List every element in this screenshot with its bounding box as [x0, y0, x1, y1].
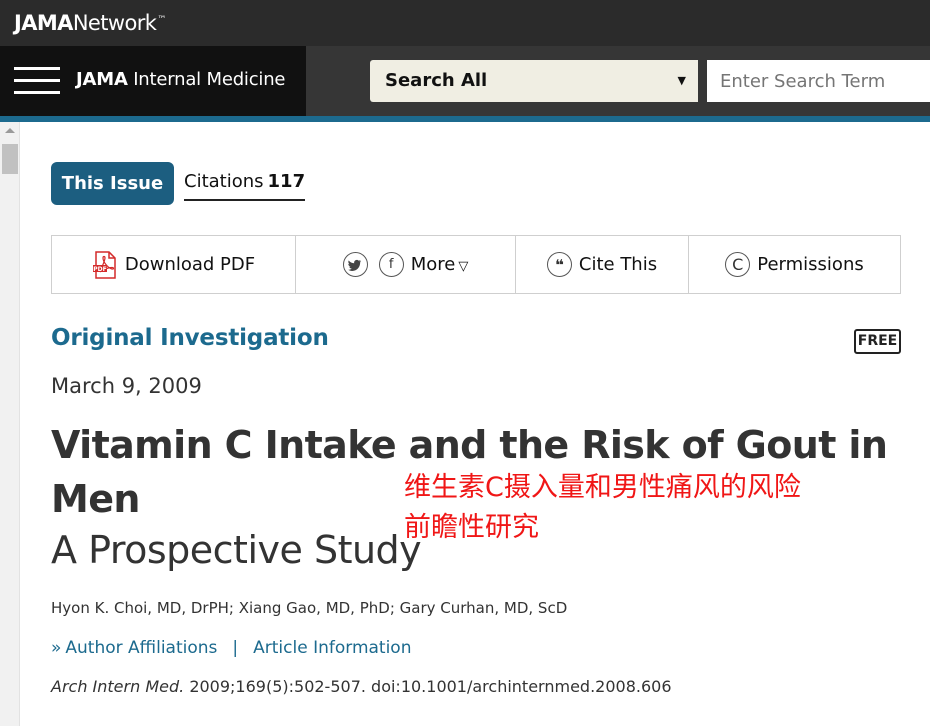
tab-citations[interactable]: Citations 117	[184, 171, 306, 201]
more-label: More	[410, 254, 456, 275]
double-chevron-right-icon: »	[51, 638, 62, 658]
link-separator: |	[232, 638, 239, 658]
journal-header: JAMA Internal Medicine Search All ▼	[0, 46, 930, 116]
copyright-icon: C	[725, 252, 751, 277]
free-badge: FREE	[854, 329, 901, 354]
journal-name-light: Internal Medicine	[133, 69, 286, 90]
download-pdf-button[interactable]: PDF Download PDF	[52, 236, 296, 293]
network-bar: JAMANetwork™	[0, 0, 930, 46]
triangle-down-icon: ▽	[458, 259, 469, 274]
article-subtitle: A Prospective Study	[51, 528, 422, 572]
twitter-icon[interactable]	[342, 252, 368, 277]
article-type[interactable]: Original Investigation	[51, 325, 329, 351]
search-scope-select[interactable]: Search All ▼	[370, 60, 698, 102]
journal-name-bold: JAMA	[76, 69, 128, 90]
network-logo-light: Network	[72, 11, 157, 35]
annotation-line-1: 维生素C摄入量和男性痛风的风险	[404, 472, 801, 503]
facebook-icon[interactable]: f	[378, 252, 404, 277]
quote-icon: ❝	[546, 252, 572, 277]
author-list: Hyon K. Choi, MD, DrPH; Xiang Gao, MD, P…	[51, 599, 568, 617]
annotation-line-2: 前瞻性研究	[404, 512, 539, 543]
article-toolbar: PDF Download PDF f More ▽ ❝ Cite This C P…	[51, 235, 901, 294]
jama-network-logo[interactable]: JAMANetwork™	[14, 11, 166, 35]
article-links-row: » Author Affiliations | Article Informat…	[51, 638, 412, 658]
journal-brand: JAMA Internal Medicine	[0, 46, 306, 116]
search-input[interactable]	[707, 60, 930, 102]
hamburger-menu-icon[interactable]	[14, 67, 60, 95]
citation-details: 2009;169(5):502-507. doi:10.1001/archint…	[189, 677, 672, 696]
pdf-file-icon: PDF	[92, 250, 116, 279]
dropdown-caret-icon: ▼	[677, 74, 686, 87]
citations-label: Citations	[184, 171, 264, 192]
scroll-up-arrow-icon[interactable]	[5, 128, 15, 133]
citation-journal: Arch Intern Med.	[51, 677, 185, 696]
chinese-translation-annotation: 维生素C摄入量和男性痛风的风险 前瞻性研究	[404, 468, 904, 548]
permissions-button[interactable]: C Permissions	[689, 236, 900, 293]
scrollbar-thumb[interactable]	[2, 144, 18, 174]
permissions-label: Permissions	[757, 254, 864, 275]
share-more-group: f More ▽	[296, 236, 516, 293]
journal-name-link[interactable]: JAMA Internal Medicine	[76, 69, 286, 90]
network-logo-tm: ™	[157, 15, 166, 25]
article-information-link[interactable]: Article Information	[253, 638, 411, 658]
header-accent-bar	[0, 116, 930, 122]
tab-this-issue[interactable]: This Issue	[51, 162, 174, 205]
svg-text:PDF: PDF	[93, 266, 106, 273]
download-pdf-label: Download PDF	[124, 254, 256, 275]
network-logo-bold: JAMA	[14, 11, 73, 35]
citations-count: 117	[267, 171, 306, 192]
cite-this-button[interactable]: ❝ Cite This	[516, 236, 689, 293]
more-share-button[interactable]: More ▽	[411, 254, 469, 275]
search-scope-label: Search All	[385, 70, 488, 91]
vertical-scrollbar[interactable]	[0, 122, 20, 726]
publication-date: March 9, 2009	[51, 374, 202, 398]
cite-this-label: Cite This	[578, 254, 658, 275]
citation-line: Arch Intern Med. 2009;169(5):502-507. do…	[51, 677, 672, 696]
author-affiliations-link[interactable]: Author Affiliations	[65, 638, 217, 658]
